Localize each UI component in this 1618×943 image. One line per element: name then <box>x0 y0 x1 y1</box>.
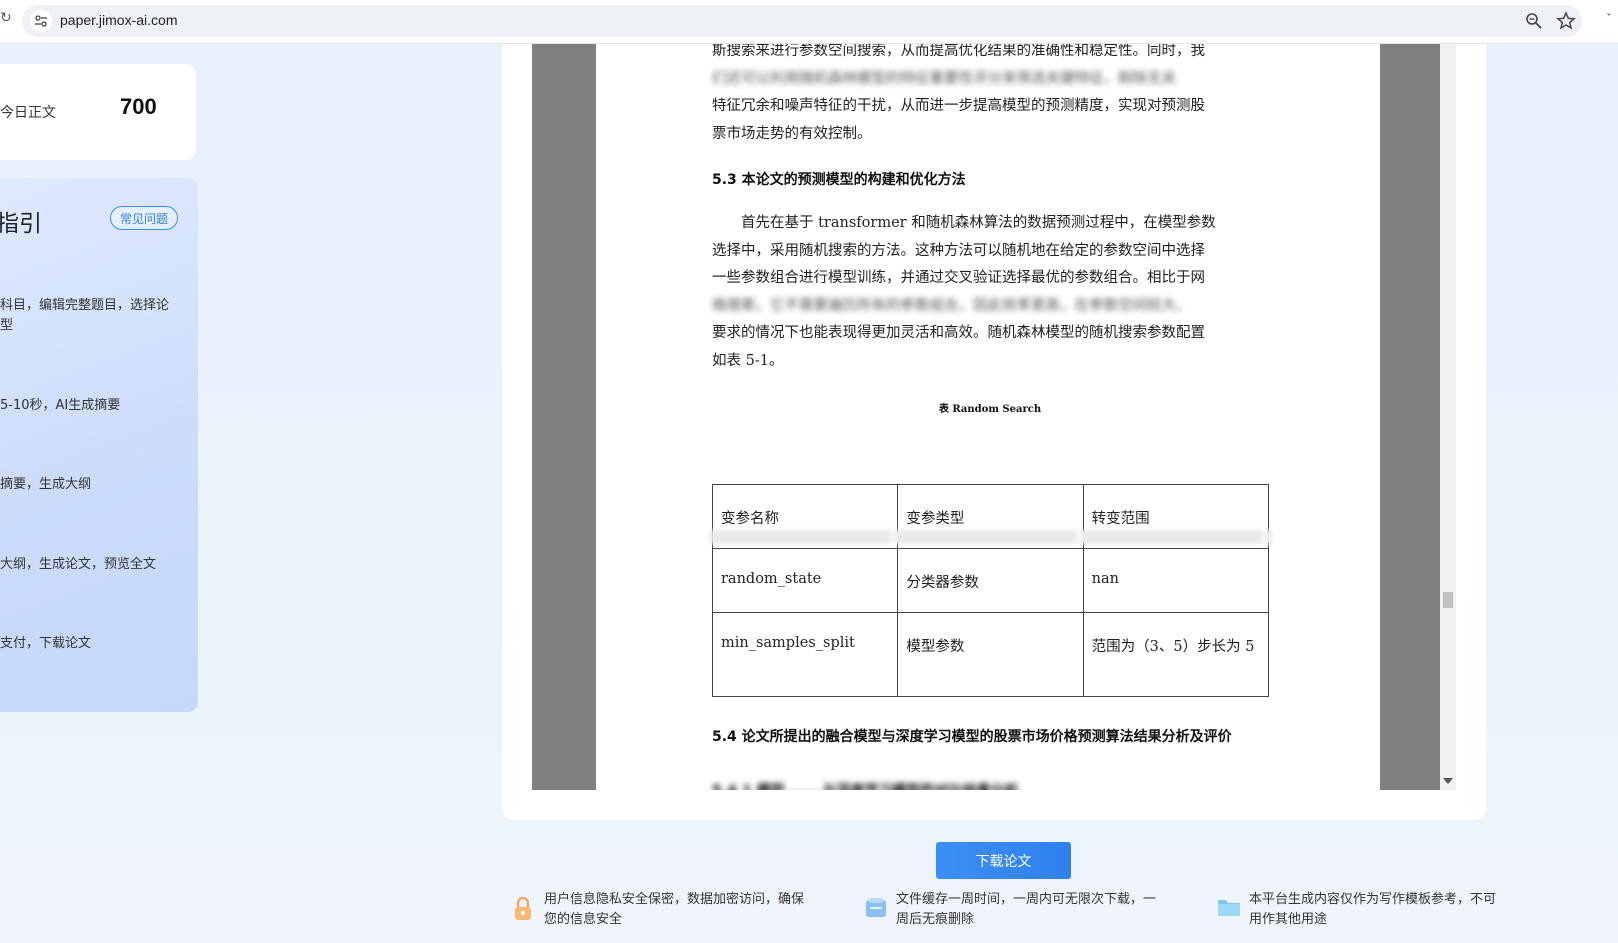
privacy-note: 用户信息隐私安全保密，数据加密访问，确保 您的信息安全 <box>544 890 804 930</box>
blurred-table-strip <box>710 530 1272 544</box>
table-cell: random_state <box>711 548 899 613</box>
table-cell: 模型参数 <box>897 612 1084 697</box>
guide-step-text: 型 <box>0 318 14 333</box>
bookmark-star-icon[interactable] <box>1556 11 1576 35</box>
stats-card: 今日正文 700 <box>0 64 196 160</box>
document-scrollbar[interactable] <box>1440 44 1456 790</box>
url-text[interactable]: paper.jimox-ai.com <box>60 12 178 28</box>
faq-button[interactable]: 常见问题 <box>110 206 178 230</box>
guide-step: 大纲，生成论文，预览全文 <box>0 555 180 575</box>
guide-step: 支付，下载论文 <box>0 634 180 654</box>
guide-step-text: 支付，下载论文 <box>0 636 92 651</box>
guide-step-text: 5-10秒，AI生成摘要 <box>0 398 121 413</box>
usage-note: 本平台生成内容仅作为写作模板参考，不可 用作其他用途 <box>1249 890 1496 930</box>
extension-icon[interactable]: ˇ <box>1606 12 1612 26</box>
guide-step-text: 大纲，生成论文，预览全文 <box>0 557 157 572</box>
parameter-table: 变参名称 变参类型 转变范围 random_state 分类器参数 nan mi… <box>711 484 1270 697</box>
cache-note: 文件缓存一周时间，一周内可无限次下载，一 周后无痕删除 <box>896 890 1156 930</box>
note-text: 用户信息隐私安全保密，数据加密访问，确保 <box>544 892 805 907</box>
browser-toolbar: ↻ paper.jimox-ai.com ˇ <box>0 0 1618 44</box>
table-row: min_samples_split 模型参数 范围为（3、5）步长为 5 <box>711 612 1270 697</box>
text-line: 一些参数组合进行模型训练，并通过交叉验证选择最优的参数组合。相比于网 <box>712 270 1205 286</box>
address-bar[interactable]: paper.jimox-ai.com <box>22 5 1582 37</box>
text-line: 选择中，采用随机搜索的方法。这种方法可以随机地在给定的参数空间中选择 <box>712 242 1205 259</box>
reload-icon[interactable]: ↻ <box>0 10 12 26</box>
zoom-icon[interactable] <box>1525 12 1543 34</box>
file-cache-icon <box>864 896 888 924</box>
guide-step: 5-10秒，AI生成摘要 <box>0 396 180 416</box>
guide-title: 指引 <box>0 211 42 237</box>
text-line: 首先在基于 transformer 和随机森林算法的数据预测过程中，在模型参数 <box>712 215 1216 231</box>
top-paragraph: 斯搜索来进行参数空间搜索，从而提高优化结果的准确性和稳定性。同时，我 们还可以利… <box>712 44 1268 148</box>
folder-icon <box>1216 896 1242 922</box>
text-line: 如表 5-1。 <box>712 352 784 369</box>
guide-panel: 指引 常见问题 科目，编辑完整题目，选择论 型 5-10秒，AI生成摘要 摘要，… <box>0 178 198 712</box>
table-cell: nan <box>1082 548 1270 613</box>
guide-step: 科目，编辑完整题目，选择论 型 <box>0 296 180 336</box>
section-heading-5-4: 5.4 论文所提出的融合模型与深度学习模型的股票市场价格预测算法结果分析及评价 <box>712 729 1232 745</box>
section-heading-5-3: 5.3 本论文的预测模型的构建和优化方法 <box>712 172 966 188</box>
stat-value: 700 <box>120 94 157 119</box>
scroll-down-arrow-icon[interactable] <box>1443 778 1453 784</box>
note-text: 周后无痕删除 <box>896 912 975 927</box>
download-paper-button[interactable]: 下载论文 <box>936 842 1071 879</box>
table-row: random_state 分类器参数 nan <box>711 548 1270 613</box>
lock-icon <box>512 896 534 926</box>
blurred-subheading: 5.4.1 模型 …… 与深度学习模型的对比结果分析 <box>712 782 1268 790</box>
scrollbar-thumb[interactable] <box>1443 592 1453 608</box>
text-line: 要求的情况下也能表现得更加灵活和高效。随机森林模型的随机搜索参数配置 <box>712 325 1205 341</box>
table-caption: 表 Random Search <box>938 404 1042 415</box>
table-cell: 分类器参数 <box>897 548 1084 613</box>
blurred-line: 格搜索，它不需要遍历所有的参数组合，因此效率更高，在参数空间较大、 <box>712 297 1191 314</box>
guide-step-text: 科目，编辑完整题目，选择论 <box>0 298 170 313</box>
guide-step-text: 摘要，生成大纲 <box>0 477 92 492</box>
site-info-icon[interactable] <box>30 10 52 32</box>
guide-step: 摘要，生成大纲 <box>0 475 180 495</box>
note-text: 您的信息安全 <box>544 912 623 927</box>
note-text: 文件缓存一周时间，一周内可无限次下载，一 <box>896 892 1157 907</box>
text-line: 票市场走势的有效控制。 <box>712 125 872 142</box>
text-line: 特征冗余和噪声特征的干扰，从而进一步提高模型的预测精度，实现对预测股 <box>712 98 1205 114</box>
stat-label: 今日正文 <box>0 105 56 121</box>
note-text: 本平台生成内容仅作为写作模板参考，不可 <box>1249 892 1497 907</box>
note-text: 用作其他用途 <box>1249 912 1328 927</box>
text-line: 斯搜索来进行参数空间搜索，从而提高优化结果的准确性和稳定性。同时，我 <box>712 44 1205 59</box>
table-cell: min_samples_split <box>711 612 899 697</box>
blurred-line: 们还可以利用随机森林模型的特征重要性评分来筛选关键特征，剔除无关 <box>712 70 1176 87</box>
table-cell: 范围为（3、5）步长为 5 <box>1082 612 1270 697</box>
document-page: 斯搜索来进行参数空间搜索，从而提高优化结果的准确性和稳定性。同时，我 们还可以利… <box>596 44 1380 790</box>
section-paragraph: 首先在基于 transformer 和随机森林算法的数据预测过程中，在模型参数 … <box>712 210 1268 375</box>
